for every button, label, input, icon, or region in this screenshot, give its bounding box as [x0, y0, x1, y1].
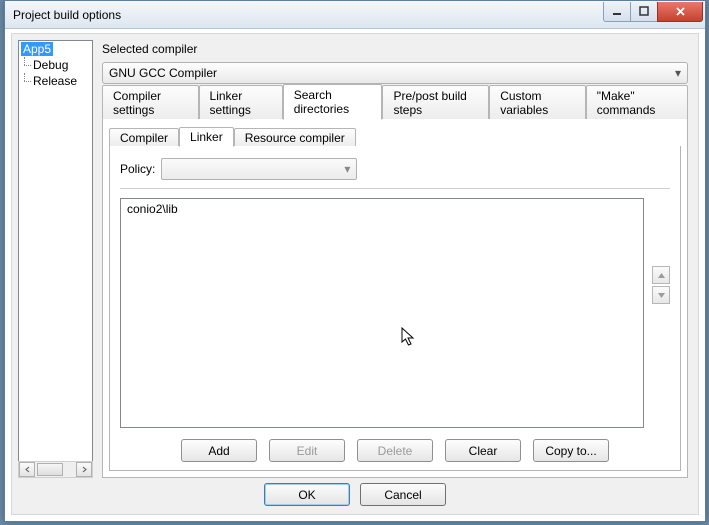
titlebar[interactable]: Project build options: [5, 1, 705, 29]
tree-item-release[interactable]: Release: [19, 73, 92, 89]
separator: [120, 188, 670, 189]
copy-to-button[interactable]: Copy to...: [533, 439, 609, 462]
right-pane: Selected compiler GNU GCC Compiler ▾ Com…: [102, 40, 692, 478]
policy-label: Policy:: [120, 162, 155, 176]
sub-tabstrip: Compiler Linker Resource compiler: [109, 127, 681, 147]
reorder-buttons: [652, 266, 670, 306]
scroll-left-button[interactable]: [19, 462, 35, 477]
selected-compiler-label: Selected compiler: [102, 42, 197, 56]
tab-linker-settings[interactable]: Linker settings: [199, 85, 283, 120]
sub-tab-body: Policy: ▾ conio2\lib: [109, 146, 681, 471]
tab-compiler-settings[interactable]: Compiler settings: [102, 85, 199, 120]
subtab-compiler[interactable]: Compiler: [109, 128, 179, 147]
window-title: Project build options: [13, 8, 604, 22]
list-item[interactable]: conio2\lib: [125, 201, 639, 217]
tab-search-directories[interactable]: Search directories: [283, 84, 383, 120]
move-up-button[interactable]: [652, 266, 670, 284]
tree-item-debug[interactable]: Debug: [19, 57, 92, 73]
tab-make-commands[interactable]: "Make" commands: [586, 85, 688, 120]
edit-button[interactable]: Edit: [269, 439, 345, 462]
minimize-button[interactable]: [603, 2, 631, 22]
add-button[interactable]: Add: [181, 439, 257, 462]
compiler-combo-value: GNU GCC Compiler: [109, 66, 217, 80]
scroll-thumb[interactable]: [37, 463, 63, 476]
directories-listbox[interactable]: conio2\lib: [120, 198, 644, 428]
compiler-combo[interactable]: GNU GCC Compiler ▾: [102, 62, 688, 84]
ok-button[interactable]: OK: [264, 483, 350, 506]
subtab-resource-compiler[interactable]: Resource compiler: [234, 128, 356, 147]
client-area: App5 Debug Release Selected compiler GNU…: [11, 33, 699, 515]
maximize-button[interactable]: [630, 2, 658, 22]
target-tree[interactable]: App5 Debug Release: [18, 40, 93, 462]
close-button[interactable]: [657, 2, 703, 22]
policy-combo[interactable]: ▾: [161, 158, 357, 180]
subtab-linker[interactable]: Linker: [179, 127, 234, 147]
list-button-row: Add Edit Delete Clear Copy to...: [110, 439, 680, 462]
delete-button[interactable]: Delete: [357, 439, 433, 462]
tree-hscrollbar[interactable]: [18, 461, 93, 478]
tab-pre-post-build[interactable]: Pre/post build steps: [382, 85, 489, 120]
main-tab-body: Compiler Linker Resource compiler Policy…: [102, 119, 688, 478]
dialog-window: Project build options App5 Debug Release…: [4, 0, 706, 522]
window-controls: [604, 2, 703, 22]
chevron-down-icon: ▾: [675, 66, 681, 80]
dialog-button-row: OK Cancel: [12, 483, 698, 506]
scroll-track[interactable]: [35, 463, 76, 476]
main-tabstrip: Compiler settings Linker settings Search…: [102, 98, 688, 120]
tab-custom-variables[interactable]: Custom variables: [489, 85, 586, 120]
chevron-down-icon: ▾: [344, 162, 350, 176]
scroll-right-button[interactable]: [76, 462, 92, 477]
clear-button[interactable]: Clear: [445, 439, 521, 462]
cancel-button[interactable]: Cancel: [360, 483, 446, 506]
tree-root[interactable]: App5: [19, 41, 92, 57]
move-down-button[interactable]: [652, 286, 670, 304]
